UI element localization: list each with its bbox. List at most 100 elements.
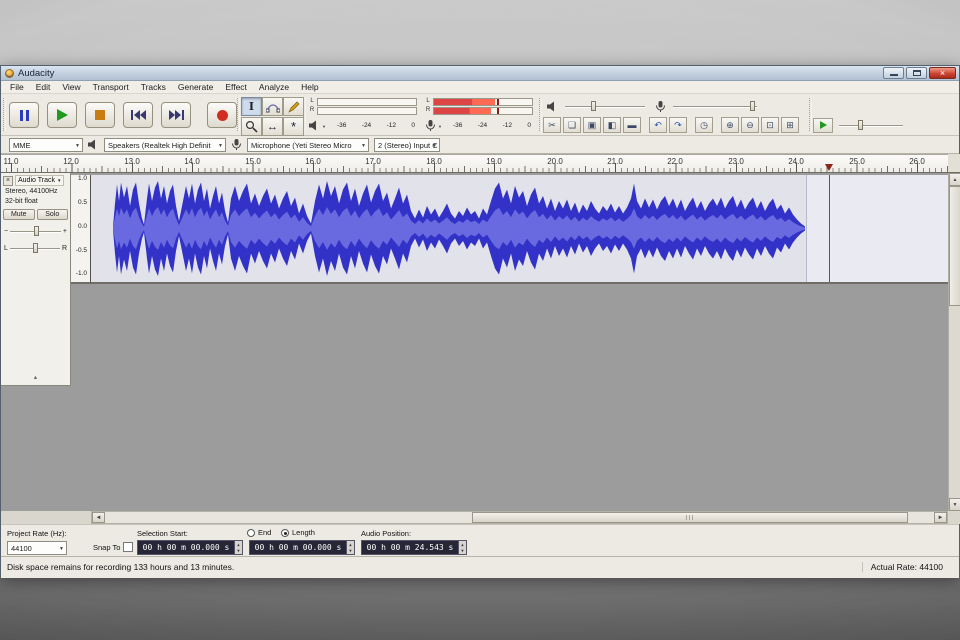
toolbar-grip[interactable] [237,98,240,131]
snap-to-checkbox[interactable] [123,542,133,552]
envelope-tool-button[interactable] [262,97,283,116]
timeline-ruler[interactable]: 11.0 12.0 13.0 14.0 15.0 16.0 17.0 18.0 … [1,154,948,173]
spinner-down-icon[interactable]: ▼ [237,548,239,553]
menu-help[interactable]: Help [295,82,324,92]
scroll-left-button[interactable]: ◄ [92,512,105,523]
project-rate-combo[interactable]: 44100 ▼ [7,541,67,555]
input-volume-slider[interactable] [673,99,757,113]
length-radio[interactable] [281,529,289,537]
output-volume-thumb[interactable] [591,101,596,111]
silence-button[interactable]: ▬ [623,117,641,133]
zoom-in-button[interactable]: ⊕ [721,117,739,133]
waveform-display[interactable] [91,175,948,284]
track-control-panel[interactable]: × Audio Track ▼ Stereo, 44100Hz 32-bit f… [1,173,71,386]
paste-button[interactable]: ▣ [583,117,601,133]
play-at-speed-button[interactable] [813,118,833,133]
menu-file[interactable]: File [4,82,30,92]
meter-dropdown-icon[interactable]: ▼ [438,124,442,129]
pan-slider[interactable] [10,242,60,254]
field-spinner[interactable]: ▲ ▼ [234,541,242,554]
playback-speed-slider[interactable] [839,118,903,132]
track-name-menu[interactable]: Audio Track ▼ [15,175,64,186]
scroll-down-button[interactable]: ▼ [949,498,960,511]
output-volume-slider[interactable] [565,99,645,113]
toolbar-grip[interactable] [3,98,6,131]
skip-to-start-button[interactable] [123,102,153,128]
selection-start-field[interactable]: 00 h 00 m 00.000 s ▲ ▼ [137,540,243,555]
maximize-button[interactable] [906,67,927,79]
transcription-toolbar [813,116,903,134]
menu-tracks[interactable]: Tracks [135,82,172,92]
rec-meter-peak-l [497,99,499,105]
menu-effect[interactable]: Effect [219,82,253,92]
spinner-up-icon[interactable]: ▲ [237,542,239,547]
meter-dropdown-icon[interactable]: ▼ [322,124,326,129]
undo-button[interactable]: ↶ [649,117,667,133]
recording-channels-combo[interactable]: 2 (Stereo) Input C ▼ [374,138,440,152]
timeshift-tool-button[interactable]: ↔ [262,117,283,136]
minimize-button[interactable] [883,67,904,79]
track-area[interactable]: × Audio Track ▼ Stereo, 44100Hz 32-bit f… [1,173,960,511]
menu-generate[interactable]: Generate [172,82,219,92]
toolbar-grip[interactable] [539,98,542,131]
sync-lock-button[interactable]: ◷ [695,117,713,133]
vertical-scale-ruler[interactable]: 1.0 0.5 0.0 -0.5 -1.0 [71,175,91,284]
skip-to-end-button[interactable] [161,102,191,128]
scroll-right-button[interactable]: ► [934,512,947,523]
track-close-button[interactable]: × [3,176,13,186]
playback-device-combo[interactable]: Speakers (Realtek High Definit ▼ [104,138,226,152]
gain-slider[interactable] [10,225,61,237]
redo-button[interactable]: ↷ [669,117,687,133]
vertical-scrollbar[interactable]: ▲ ▼ [948,173,960,511]
close-button[interactable]: × [929,67,956,79]
record-button[interactable] [207,102,237,128]
mute-button[interactable]: Mute [3,209,35,220]
input-volume-thumb[interactable] [750,101,755,111]
fit-project-button[interactable]: ⊞ [781,117,799,133]
selection-tool-button[interactable]: I [241,97,262,116]
gain-slider-thumb[interactable] [34,226,39,236]
pause-button[interactable] [9,102,39,128]
vertical-scroll-thumb[interactable] [949,186,960,306]
scroll-up-button[interactable]: ▲ [949,173,960,186]
menu-view[interactable]: View [56,82,86,92]
zoom-out-button[interactable]: ⊖ [741,117,759,133]
playback-speed-thumb[interactable] [858,120,863,130]
fit-selection-button[interactable]: ⊡ [761,117,779,133]
spinner-down-icon[interactable]: ▼ [349,548,351,553]
audio-host-combo[interactable]: MME ▼ [9,138,83,152]
menu-transport[interactable]: Transport [87,82,135,92]
field-spinner[interactable]: ▲ ▼ [458,541,466,554]
menu-analyze[interactable]: Analyze [253,82,295,92]
recording-device-combo[interactable]: Microphone (Yeti Stereo Micro ▼ [247,138,369,152]
end-radio[interactable] [247,529,255,537]
chevron-down-icon: ▼ [218,143,223,149]
playback-meter[interactable]: L R ▼ -36-24-120 [307,96,419,136]
horizontal-scrollbar[interactable]: ◄ ► [91,511,948,524]
zoom-tool-button[interactable] [241,117,262,136]
recording-meter[interactable]: L R [423,96,535,136]
play-button[interactable] [47,102,77,128]
titlebar[interactable]: Audacity × [1,66,959,81]
spinner-up-icon[interactable]: ▲ [461,542,463,547]
solo-button[interactable]: Solo [37,209,69,220]
draw-tool-button[interactable] [283,97,304,116]
menu-edit[interactable]: Edit [30,82,57,92]
copy-button[interactable]: ❏ [563,117,581,133]
spinner-down-icon[interactable]: ▼ [461,548,463,553]
stop-button[interactable] [85,102,115,128]
end-radio-group[interactable]: End [247,528,271,537]
pan-slider-thumb[interactable] [33,243,38,253]
multi-tool-button[interactable]: * [283,117,304,136]
spinner-up-icon[interactable]: ▲ [349,542,351,547]
horizontal-scroll-thumb[interactable] [472,512,908,523]
track-collapse-button[interactable]: ▲ [9,373,62,383]
trim-button[interactable]: ◧ [603,117,621,133]
selection-length-field[interactable]: 00 h 00 m 00.000 s ▲ ▼ [249,540,355,555]
actual-rate-status: Actual Rate: 44100 [862,562,943,572]
toolbar-grip[interactable] [809,98,812,131]
length-radio-group[interactable]: Length [281,528,315,537]
field-spinner[interactable]: ▲ ▼ [346,541,354,554]
audio-position-field[interactable]: 00 h 00 m 24.543 s ▲ ▼ [361,540,467,555]
cut-button[interactable]: ✂ [543,117,561,133]
